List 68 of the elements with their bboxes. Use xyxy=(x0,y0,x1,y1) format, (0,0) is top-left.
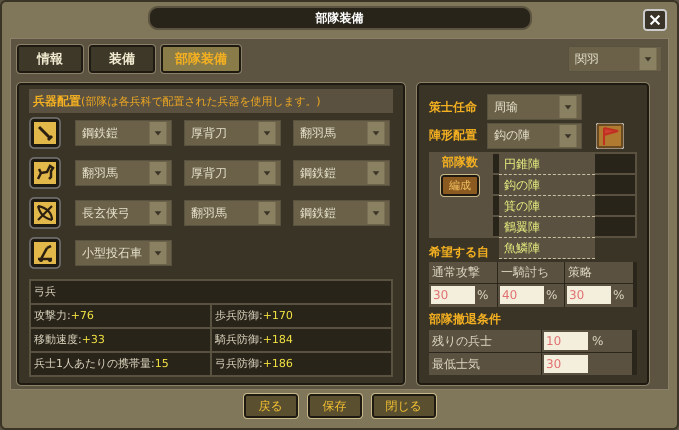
unit-label: % xyxy=(546,288,558,302)
weapon-dropdown[interactable]: 鋼鉄鎧 xyxy=(75,120,172,146)
retreat-heading: 部隊撤退条件 xyxy=(429,310,501,328)
catapult-icon xyxy=(29,237,61,269)
weapon-dropdown[interactable]: 小型投石車 xyxy=(75,240,172,266)
troops-label: 部隊数 xyxy=(442,154,478,172)
desire-heading: 希望する自 xyxy=(429,244,489,261)
stat-cell: 移動速度:+33 xyxy=(31,329,210,351)
stat-cell: 騎兵防御:+184 xyxy=(212,329,391,351)
caret-icon xyxy=(257,202,277,224)
input-field[interactable]: 30 xyxy=(544,354,588,373)
stat-cell: 攻撃力:+76 xyxy=(31,305,210,327)
weapon-dropdown[interactable]: 長玄侠弓 xyxy=(75,200,172,226)
tab[interactable]: 情報 xyxy=(17,45,83,73)
caret-icon xyxy=(148,122,168,144)
weapon-dropdown[interactable]: 翻羽馬 xyxy=(75,160,172,186)
strategist-label: 策士任命 xyxy=(429,98,477,116)
weapon-dropdown[interactable]: 厚背刀 xyxy=(184,120,281,146)
weapons-heading: 兵器配置(部隊は各兵科で配置された兵器を使用します。) xyxy=(29,89,393,113)
close-button[interactable] xyxy=(643,9,667,31)
formation-dropdown[interactable]: 鈎の陣 xyxy=(487,122,582,149)
general-dropdown[interactable]: 関羽 xyxy=(568,46,662,72)
caret-icon xyxy=(366,122,386,144)
stat-cell: 兵士1人あたりの携帯量:15 xyxy=(31,353,210,375)
weapon-dropdown[interactable]: 鋼鉄鎧 xyxy=(293,160,390,186)
action-button[interactable]: 保存 xyxy=(308,394,362,418)
window-title: 部隊装備 xyxy=(148,6,532,30)
column-header: 策略 xyxy=(565,262,633,283)
caret-icon xyxy=(558,124,578,147)
weapon-dropdown[interactable]: 厚背刀 xyxy=(184,160,281,186)
caret-icon xyxy=(257,122,277,144)
condition-label: 最低士気 xyxy=(429,352,541,375)
caret-icon xyxy=(558,96,578,118)
unit-label: % xyxy=(592,334,604,348)
input-field[interactable]: 30 xyxy=(431,286,475,304)
weapon-dropdown[interactable]: 翻羽馬 xyxy=(293,120,390,146)
caret-icon xyxy=(148,202,168,224)
caret-icon xyxy=(366,162,386,184)
caret-icon xyxy=(257,162,277,184)
weapon-dropdown[interactable]: 翻羽馬 xyxy=(184,200,281,226)
flag-icon[interactable] xyxy=(596,122,624,149)
input-field[interactable]: 30 xyxy=(567,286,611,304)
condition-label: 残りの兵士 xyxy=(429,330,541,352)
strategist-dropdown[interactable]: 周瑜 xyxy=(487,94,582,120)
column-header: 通常攻撃 xyxy=(429,262,497,283)
stat-cell: 歩兵防御:+170 xyxy=(212,305,391,327)
formation-label: 陣形配置 xyxy=(429,127,477,144)
weapon-dropdown[interactable]: 鋼鉄鎧 xyxy=(293,200,390,226)
input-field[interactable]: 40 xyxy=(500,286,544,304)
action-button[interactable]: 閉じる xyxy=(372,394,436,418)
sword-icon xyxy=(29,117,61,149)
stat-cell: 弓兵防御:+186 xyxy=(212,353,391,375)
caret-icon xyxy=(148,242,168,264)
unit-label: % xyxy=(613,288,624,302)
unit-type: 弓兵 xyxy=(31,281,391,303)
organize-button[interactable]: 編成 xyxy=(441,175,479,196)
menu-item[interactable]: 魚鱗陣 xyxy=(499,238,595,260)
input-field[interactable]: 10 xyxy=(544,332,588,350)
action-button[interactable]: 戻る xyxy=(244,394,298,418)
column-header: 一騎討ち xyxy=(498,262,564,283)
close-icon xyxy=(648,13,662,27)
caret-icon xyxy=(638,48,658,70)
menu-item[interactable]: 鶴翼陣 xyxy=(499,217,595,238)
caret-icon xyxy=(148,162,168,184)
caret-icon xyxy=(366,202,386,224)
bow-icon xyxy=(29,197,61,229)
unit-label: % xyxy=(477,288,488,302)
tab[interactable]: 装備 xyxy=(89,45,155,73)
